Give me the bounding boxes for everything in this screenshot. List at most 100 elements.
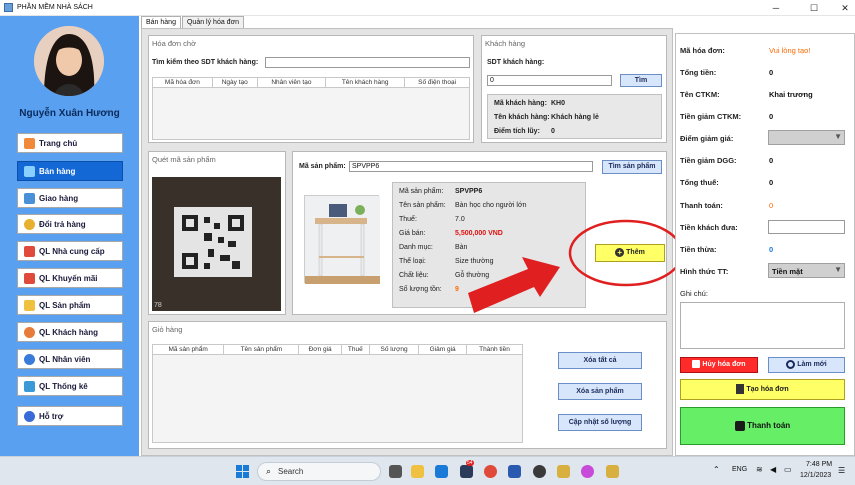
search-placeholder: Search bbox=[278, 467, 304, 476]
windows-start-icon[interactable] bbox=[236, 465, 249, 478]
sidebar-item-suppliers[interactable]: QL Nhà cung cấp bbox=[17, 241, 123, 261]
notification-badge: 54 bbox=[466, 460, 474, 466]
sidebar-item-label: QL Khuyến mãi bbox=[39, 273, 98, 283]
total-label: Tổng tiền: bbox=[680, 68, 717, 77]
sidebar-item-returns[interactable]: Đổi trả hàng bbox=[17, 214, 123, 234]
discount-points-select[interactable]: ▼ bbox=[768, 130, 845, 145]
camera-preview: 78 bbox=[152, 177, 281, 311]
column-header: Giảm giá bbox=[418, 344, 467, 355]
customer-phone-label: SDT khách hàng: bbox=[487, 59, 545, 66]
phone-search-input[interactable] bbox=[265, 57, 470, 68]
update-quantity-button[interactable]: Cập nhật số lượng bbox=[558, 414, 642, 431]
chrome-icon[interactable] bbox=[484, 465, 497, 478]
clock-date[interactable]: 12/1/2023 bbox=[800, 472, 831, 479]
camera-overlay: 78 bbox=[154, 302, 162, 309]
total-value: 0 bbox=[769, 68, 774, 77]
sidebar-item-statistics[interactable]: QL Thống kê bbox=[17, 376, 123, 396]
mail-icon[interactable] bbox=[435, 465, 448, 478]
customer-icon bbox=[24, 326, 35, 338]
sidebar-item-help[interactable]: Hỗ trợ bbox=[17, 406, 123, 426]
column-header: Ngày tạo bbox=[211, 77, 258, 88]
wifi-icon[interactable]: ≋ bbox=[756, 465, 763, 474]
task-view-icon[interactable] bbox=[389, 465, 402, 478]
cancel-invoice-button[interactable]: Hủy hóa đơn bbox=[680, 357, 758, 373]
column-header: Số điện thoại bbox=[404, 77, 470, 88]
sidebar-item-label: Trang chủ bbox=[39, 138, 78, 148]
sidebar-item-label: Bán hàng bbox=[39, 166, 76, 176]
column-header: Đơn giá bbox=[298, 344, 342, 355]
payment-method-select[interactable]: Tiền mặt ▼ bbox=[768, 263, 845, 278]
clear-cart-button[interactable]: Xóa tất cả bbox=[558, 352, 642, 369]
points-discount-value: 0 bbox=[769, 156, 774, 165]
remove-product-button[interactable]: Xóa sản phẩm bbox=[558, 383, 642, 400]
settings-icon[interactable] bbox=[533, 465, 546, 478]
points-discount-label: Tiền giảm DGG: bbox=[680, 156, 737, 165]
app-icon[interactable] bbox=[606, 465, 619, 478]
pay-button[interactable]: Thanh toán bbox=[680, 407, 845, 445]
exchange-icon bbox=[24, 218, 35, 230]
detail-value-name: Bàn học cho người lớn bbox=[455, 202, 527, 209]
cash-given-label: Tiền khách đưa: bbox=[680, 223, 738, 232]
chevron-up-icon[interactable]: ⌃ bbox=[713, 465, 720, 474]
total-tax-label: Tổng thuế: bbox=[680, 178, 719, 187]
battery-icon[interactable]: ▭ bbox=[784, 465, 792, 474]
highlight-circle bbox=[568, 219, 684, 287]
sidebar-item-home[interactable]: Trang chủ bbox=[17, 133, 123, 153]
word-icon[interactable] bbox=[508, 465, 521, 478]
maximize-button[interactable]: ☐ bbox=[799, 0, 829, 16]
annotation-overlay bbox=[468, 219, 684, 313]
customer-id-value: KH0 bbox=[551, 100, 566, 107]
taskbar: ⌕ Search 54 ⌃ ENG ≋ ◀ ▭ 7:48 PM 12/1/202… bbox=[0, 456, 855, 485]
detail-label: Thuế: bbox=[399, 216, 417, 223]
taskbar-search-box[interactable]: ⌕ Search bbox=[257, 462, 381, 481]
product-code-label: Mã sản phẩm: bbox=[299, 163, 346, 170]
cart-panel: Giỏ hàng Mã sản phẩm Tên sản phẩm Đơn gi… bbox=[148, 321, 667, 449]
sidebar-item-label: QL Nhà cung cấp bbox=[39, 246, 105, 256]
app-icon[interactable] bbox=[557, 465, 570, 478]
cart-table[interactable]: Mã sản phẩm Tên sản phẩm Đơn giá Thuế Số… bbox=[151, 344, 524, 355]
language-indicator[interactable]: ENG bbox=[732, 466, 747, 473]
truck-icon bbox=[24, 192, 35, 204]
chevron-down-icon: ▼ bbox=[834, 132, 842, 141]
note-textarea[interactable] bbox=[680, 302, 845, 349]
product-code-input[interactable]: SPVPP6 bbox=[349, 161, 593, 172]
sidebar-item-products[interactable]: QL Sản phẩm bbox=[17, 295, 123, 315]
search-product-button[interactable]: Tìm sản phẩm bbox=[602, 160, 662, 174]
close-button[interactable]: ✕ bbox=[830, 0, 855, 16]
column-header: Tên sản phẩm bbox=[223, 344, 300, 355]
invoice-icon bbox=[736, 384, 745, 395]
tab-sales[interactable]: Bán hàng bbox=[141, 16, 181, 28]
tab-invoice-management[interactable]: Quản lý hóa đơn bbox=[181, 16, 245, 28]
chart-icon bbox=[24, 380, 35, 392]
cash-given-input[interactable] bbox=[768, 220, 845, 234]
customer-phone-input[interactable]: 0 bbox=[487, 75, 612, 86]
volume-icon[interactable]: ◀ bbox=[770, 465, 776, 474]
sidebar-item-promotions[interactable]: QL Khuyến mãi bbox=[17, 268, 123, 288]
invoice-id-label: Mã hóa đơn: bbox=[680, 46, 725, 55]
app-icon[interactable]: 54 bbox=[460, 460, 474, 478]
detail-label: Tên sản phẩm: bbox=[399, 202, 446, 209]
minimize-button[interactable]: ─ bbox=[761, 0, 791, 16]
app-icon[interactable] bbox=[581, 465, 594, 478]
search-icon: ⌕ bbox=[266, 466, 272, 476]
sidebar-item-employees[interactable]: QL Nhân viên bbox=[17, 349, 123, 369]
notification-icon[interactable]: ☰ bbox=[838, 466, 845, 475]
qr-code-icon bbox=[152, 177, 281, 311]
sidebar-item-sales[interactable]: Bán hàng bbox=[17, 161, 123, 181]
customer-info-box: Mã khách hàng: KH0 Tên khách hàng: Khách… bbox=[487, 94, 662, 139]
sidebar-item-label: QL Khách hàng bbox=[39, 327, 98, 337]
avatar bbox=[34, 26, 104, 96]
file-explorer-icon[interactable] bbox=[411, 465, 424, 478]
clock-time[interactable]: 7:48 PM bbox=[806, 461, 832, 468]
refresh-button[interactable]: Làm mới bbox=[768, 357, 845, 373]
column-header: Tên khách hàng bbox=[325, 77, 406, 88]
sidebar-item-label: Hỗ trợ bbox=[39, 411, 64, 421]
promotion-discount-value: 0 bbox=[769, 112, 774, 121]
pending-invoices-table[interactable]: Mã hóa đơn Ngày tạo Nhân viên tạo Tên kh… bbox=[152, 77, 470, 88]
detail-label: Giá bán: bbox=[399, 230, 426, 237]
sidebar-item-label: Giao hàng bbox=[39, 193, 79, 203]
create-invoice-button[interactable]: Tạo hóa đơn bbox=[680, 379, 845, 400]
find-customer-button[interactable]: Tìm bbox=[620, 74, 662, 87]
sidebar-item-customers[interactable]: QL Khách hàng bbox=[17, 322, 123, 342]
sidebar-item-delivery[interactable]: Giao hàng bbox=[17, 188, 123, 208]
